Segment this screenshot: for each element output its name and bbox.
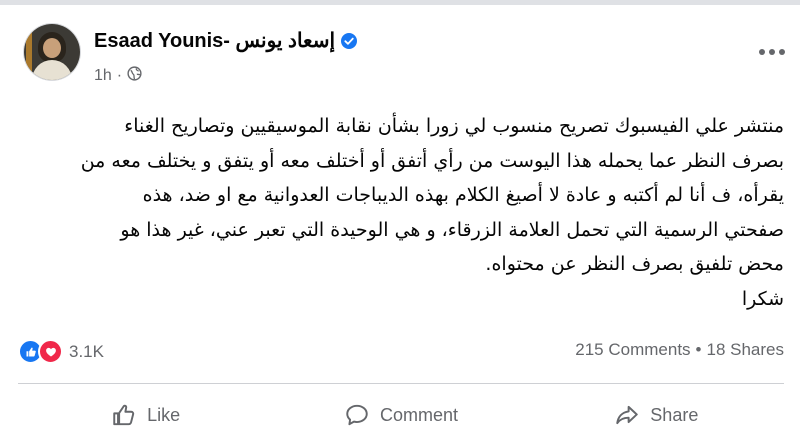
more-dot-icon: [779, 49, 785, 55]
reactions-summary[interactable]: 3.1K: [18, 339, 104, 364]
stats-separator: •: [695, 340, 702, 359]
avatar-background: [26, 30, 32, 74]
like-button[interactable]: Like: [18, 395, 273, 435]
more-dot-icon: [759, 49, 765, 55]
comment-label: Comment: [379, 404, 458, 425]
share-icon: [616, 405, 639, 425]
post-text-line: منتشر علي الفيسبوك تصريح منسوب لي زورا ب…: [124, 115, 784, 137]
post-text: منتشر علي الفيسبوك تصريح منسوب لي زورا ب…: [22, 109, 784, 316]
share-label: Share: [650, 404, 699, 425]
post-text-line: صفحتي الرسمية التي تحمل العلامة الزرقاء،…: [120, 218, 784, 241]
shares-count[interactable]: 18 Shares: [707, 340, 785, 359]
comment-button[interactable]: Comment: [273, 395, 528, 435]
share-button[interactable]: Share: [529, 395, 784, 435]
reactions-count: 3.1K: [69, 341, 104, 361]
author-row: Esaad Younis- إسعاد يونس: [94, 28, 358, 53]
verified-badge-icon: [341, 32, 358, 49]
more-dot-icon: [769, 49, 775, 55]
actions-divider: [18, 383, 784, 384]
post-text-line: يقرأه، ف أنا لم أكتبه و عادة لا أصيغ الك…: [142, 184, 784, 206]
globe-icon[interactable]: [127, 66, 142, 86]
comments-count[interactable]: 215 Comments: [575, 340, 690, 359]
comments-shares: 215 Comments • 18 Shares: [575, 340, 784, 360]
post-text-line: بصرف النظر عما يحمله هذا اليوست من رأي أ…: [80, 149, 784, 172]
love-reaction-icon: [38, 339, 63, 364]
avatar-face: [43, 38, 61, 58]
author-name[interactable]: Esaad Younis- إسعاد يونس: [94, 28, 335, 53]
avatar[interactable]: [24, 24, 80, 80]
post-text-line: شكرا: [741, 287, 784, 310]
like-label: Like: [147, 404, 181, 425]
more-options-button[interactable]: [754, 40, 790, 64]
post-actions: Like Comment Share: [18, 395, 784, 435]
avatar-body: [32, 60, 72, 80]
post-meta: 1h ·: [94, 66, 142, 86]
post-time[interactable]: 1h: [94, 67, 112, 85]
meta-separator: ·: [116, 67, 123, 84]
like-icon: [113, 404, 135, 426]
post-text-line: محض تلفيق بصرف النظر عن محتواه.: [485, 253, 784, 275]
post-header: Esaad Younis- إسعاد يونس 1h ·: [24, 24, 785, 86]
comment-icon: [346, 404, 368, 426]
post-stats: 3.1K 215 Comments • 18 Shares: [18, 339, 784, 365]
post-card: Esaad Younis- إسعاد يونس 1h · منتشر علي …: [0, 5, 800, 446]
